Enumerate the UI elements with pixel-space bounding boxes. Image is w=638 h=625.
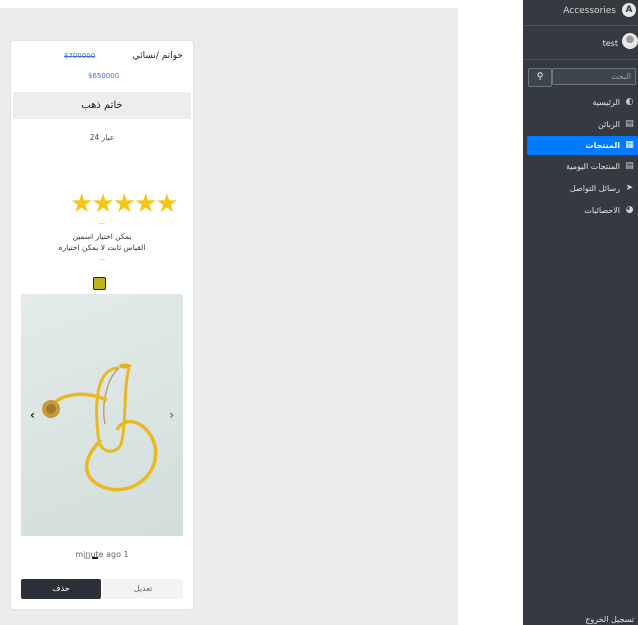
main-content: خواتم /نسائي $700000 $650000 خاتم ذهب عي… <box>0 8 458 625</box>
user-name[interactable]: test <box>603 39 618 48</box>
description-line: القياس ثابت لا يمكن اختياره <box>58 243 146 252</box>
pie-chart-icon: ◕ <box>625 205 634 215</box>
product-description: يمكن اختيار اسمين القياس ثابت لا يمكن اخ… <box>11 231 193 253</box>
search-button[interactable]: ⚲ <box>528 68 552 87</box>
sidebar-item-daily-products[interactable]: ▤ المنتجات اليومية <box>527 157 638 176</box>
divider <box>99 223 105 224</box>
search-icon: ⚲ <box>536 72 544 82</box>
product-category-title: خواتم /نسائي <box>132 51 183 61</box>
spacer <box>458 0 523 625</box>
logout-link[interactable]: تسجيل الخروج <box>585 615 634 624</box>
product-card: خواتم /نسائي $700000 $650000 خاتم ذهب عي… <box>10 40 194 610</box>
dashboard-icon: ◐ <box>625 97 634 107</box>
edit-button[interactable]: تعديل <box>103 579 183 599</box>
sidebar-item-label: المنتجات <box>585 141 620 150</box>
new-price: $650000 <box>88 72 120 80</box>
avatar[interactable] <box>622 33 638 49</box>
sidebar-item-home[interactable]: ◐ الرئيسية <box>527 93 638 112</box>
brand-logo-icon: A <box>622 3 636 17</box>
star-icon: ★ <box>112 189 136 219</box>
product-karat: عيار 24 <box>89 133 115 142</box>
grid-icon: ▦ <box>625 140 634 150</box>
old-price: $700000 <box>64 52 96 60</box>
posted-time: minute ago 1 <box>75 550 129 559</box>
product-name: خاتم ذهب <box>13 92 191 119</box>
divider <box>523 59 638 60</box>
star-icon: ★ <box>91 189 114 219</box>
color-swatch[interactable] <box>93 277 106 290</box>
top-bar <box>0 0 458 8</box>
rating-stars: ★★★★★ <box>70 189 179 219</box>
carousel-prev-arrow-icon[interactable]: ‹ <box>30 408 35 422</box>
star-icon: ★ <box>70 189 93 219</box>
paper-plane-icon: ➤ <box>625 183 634 193</box>
star-icon: ★ <box>155 189 178 219</box>
brand-name[interactable]: Accessories <box>563 6 616 16</box>
delete-button[interactable]: حذف <box>21 579 101 599</box>
sidebar-item-label: الزبائن <box>597 120 620 129</box>
star-icon: ★ <box>133 189 157 219</box>
sidebar-item-products[interactable]: ▦ المنتجات <box>527 136 638 155</box>
divider <box>523 25 638 26</box>
sidebar-item-customers[interactable]: ▤ الزبائن <box>527 115 638 134</box>
sidebar-item-label: الاحصائيات <box>584 206 620 215</box>
list-icon: ▤ <box>625 161 634 171</box>
id-card-icon: ▤ <box>625 119 634 129</box>
sidebar-item-statistics[interactable]: ◕ الاحصائيات <box>527 201 638 220</box>
sidebar: Accessories A test ⚲ ◐الرئيسية ▤الزبائن … <box>523 0 638 625</box>
product-image-carousel[interactable]: ‹ › <box>21 294 183 536</box>
stethoscope-image <box>42 363 158 492</box>
description-line: يمكن اختيار اسمين <box>72 232 132 241</box>
carousel-next-arrow-icon[interactable]: › <box>169 408 174 422</box>
sidebar-item-label: الرئيسية <box>592 98 620 107</box>
sidebar-item-messages[interactable]: ➤ رسائل التواصل <box>527 179 638 198</box>
search-input[interactable] <box>552 68 636 85</box>
sidebar-item-label: رسائل التواصل <box>569 184 620 193</box>
sidebar-item-label: المنتجات اليومية <box>566 162 620 171</box>
divider <box>99 259 105 260</box>
